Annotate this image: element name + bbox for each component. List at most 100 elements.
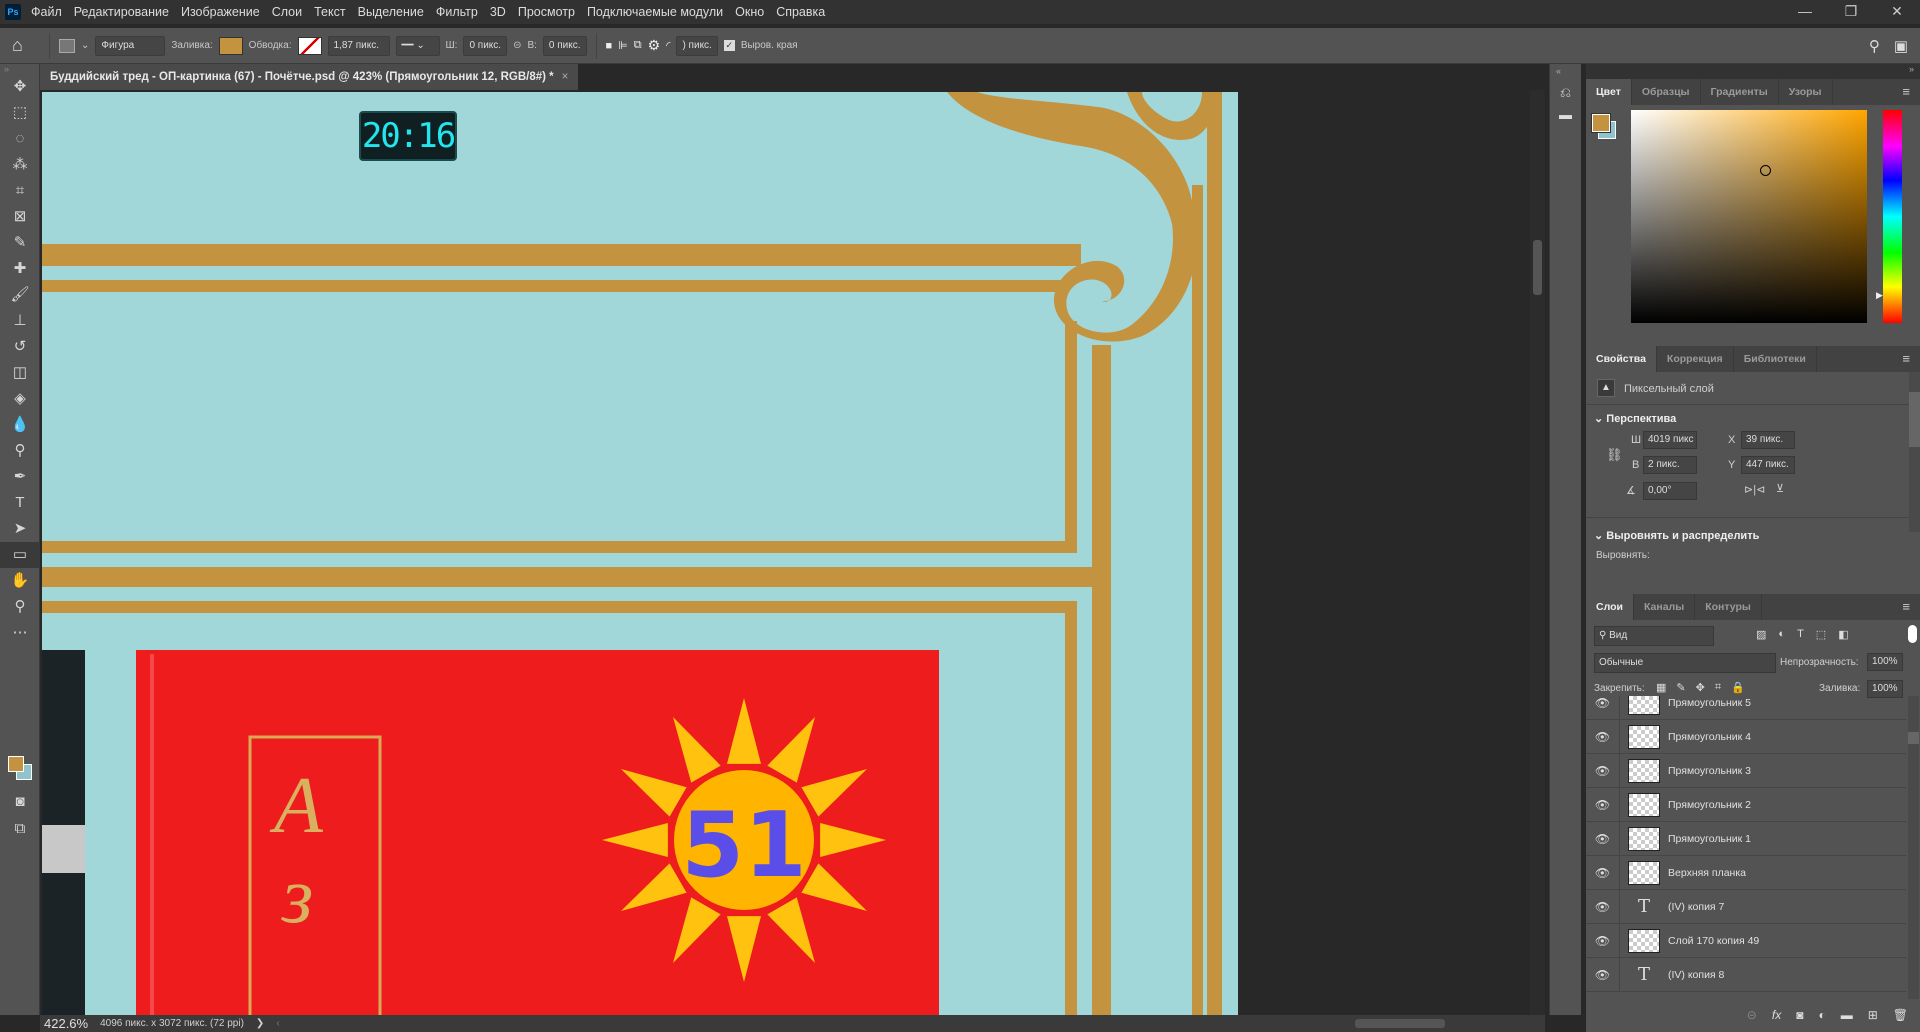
panel-tab[interactable]: Цвет: [1586, 79, 1632, 105]
layer-row[interactable]: 👁 Верхняя планка: [1586, 855, 1906, 890]
search-icon[interactable]: ⚲: [1869, 37, 1880, 55]
document-canvas[interactable]: A з 51 20:16: [42, 92, 1238, 1015]
panel-tab[interactable]: Каналы: [1634, 594, 1696, 620]
filter-pixel-icon[interactable]: ▨: [1756, 628, 1766, 641]
new-group-icon[interactable]: ▬: [1841, 1008, 1853, 1024]
height-input[interactable]: 0 пикс.: [542, 35, 587, 56]
height-input[interactable]: 2 пикс.: [1643, 456, 1697, 474]
history-icon[interactable]: ⎌: [1550, 84, 1581, 101]
scrollbar-thumb[interactable]: [1533, 240, 1542, 295]
menu-item[interactable]: Просмотр: [518, 5, 575, 19]
flip-vertical-icon[interactable]: ⊻: [1776, 482, 1784, 495]
visibility-eye-icon[interactable]: 👁: [1586, 923, 1620, 958]
rectangle-icon[interactable]: ▭: [0, 542, 40, 568]
filter-toggle[interactable]: [1908, 625, 1917, 643]
layer-row[interactable]: 👁 Прямоугольник 4: [1586, 719, 1906, 754]
new-layer-icon[interactable]: ⊞: [1868, 1008, 1878, 1024]
status-menu-arrow[interactable]: ❯: [256, 1018, 264, 1029]
visibility-eye-icon[interactable]: 👁: [1586, 719, 1620, 754]
filter-smart-object-icon[interactable]: ◧: [1838, 628, 1848, 641]
panel-menu-icon[interactable]: ≡: [1892, 594, 1920, 620]
stroke-width-input[interactable]: 1,87 пикс.: [327, 35, 390, 56]
panel-tab[interactable]: Коррекция: [1657, 346, 1734, 372]
add-mask-icon[interactable]: ◙: [1796, 1008, 1803, 1024]
quick-mask-icon[interactable]: ◙: [0, 789, 40, 815]
magic-wand-icon[interactable]: ⁂: [0, 152, 40, 178]
layer-row[interactable]: 👁 T (IV) копия 7: [1586, 889, 1906, 924]
path-operations-icon[interactable]: ■: [606, 40, 613, 52]
foreground-color-swatch[interactable]: [1591, 113, 1611, 133]
more-icon[interactable]: ⋯: [0, 620, 40, 646]
move-icon[interactable]: ✥: [0, 74, 40, 100]
layer-row[interactable]: 👁 Слой 170 копия 49: [1586, 923, 1906, 958]
close-button[interactable]: ✕: [1874, 0, 1920, 24]
hand-icon[interactable]: ✋: [0, 568, 40, 594]
menu-item[interactable]: Справка: [776, 5, 825, 19]
saturation-brightness-field[interactable]: [1631, 110, 1867, 323]
panel-tab[interactable]: Контуры: [1695, 594, 1762, 620]
tool-preset-picker[interactable]: [59, 38, 75, 53]
panel-tab[interactable]: Свойства: [1586, 346, 1657, 372]
zoom-icon[interactable]: ⚲: [0, 594, 40, 620]
panel-tab[interactable]: Образцы: [1632, 79, 1701, 105]
menu-item[interactable]: Текст: [314, 5, 345, 19]
crop-icon[interactable]: ⌗: [0, 178, 40, 204]
zoom-level[interactable]: 422.6%: [40, 1016, 88, 1031]
delete-layer-icon[interactable]: 🗑: [1893, 1008, 1908, 1024]
flip-horizontal-icon[interactable]: ⊳|⊲: [1744, 483, 1765, 496]
horizontal-scrollbar-thumb[interactable]: [1355, 1019, 1445, 1028]
fill-color-swatch[interactable]: [218, 36, 243, 55]
gear-icon[interactable]: ⚙: [648, 37, 661, 54]
menu-item[interactable]: Редактирование: [74, 5, 169, 19]
corner-radius-input[interactable]: ) пикс.: [676, 35, 718, 56]
brush-icon[interactable]: 🖌: [0, 282, 40, 308]
foreground-color-swatch[interactable]: [8, 756, 24, 772]
align-edges-checkbox[interactable]: ✓: [723, 40, 735, 51]
link-proportions-icon[interactable]: ⛓: [1606, 447, 1623, 463]
stroke-type-select[interactable]: ━━ ⌄: [395, 35, 440, 56]
lasso-icon[interactable]: ◌: [0, 126, 40, 152]
y-input[interactable]: 447 пикс.: [1741, 456, 1795, 474]
lock-artboard-icon[interactable]: ⌗: [1715, 681, 1721, 694]
menu-item[interactable]: Файл: [31, 5, 62, 19]
panel-menu-icon[interactable]: ≡: [1892, 346, 1920, 372]
panel-tab[interactable]: Слои: [1586, 594, 1634, 620]
close-tab-icon[interactable]: ×: [562, 64, 569, 90]
pen-icon[interactable]: ✒: [0, 464, 40, 490]
perspective-section-header[interactable]: ⌄ Перспектива: [1594, 412, 1676, 425]
visibility-eye-icon[interactable]: 👁: [1586, 787, 1620, 822]
hscroll-left-icon[interactable]: ‹: [276, 1018, 279, 1029]
visibility-eye-icon[interactable]: 👁: [1586, 957, 1620, 992]
x-input[interactable]: 39 пикс.: [1741, 431, 1795, 449]
menu-item[interactable]: Подключаемые модули: [587, 5, 723, 19]
healing-brush-icon[interactable]: ✚: [0, 256, 40, 282]
filter-type-icon[interactable]: T: [1797, 628, 1804, 641]
panel-tab[interactable]: Градиенты: [1701, 79, 1779, 105]
lock-all-icon[interactable]: 🔒: [1731, 681, 1745, 694]
width-input[interactable]: 4019 пикс: [1643, 431, 1697, 449]
layer-row[interactable]: 👁 T (IV) копия 8: [1586, 957, 1906, 992]
filter-adjustment-icon[interactable]: ◐: [1778, 628, 1785, 641]
eraser-icon[interactable]: ◫: [0, 360, 40, 386]
layers-scrollbar[interactable]: [1908, 696, 1919, 999]
visibility-eye-icon[interactable]: 👁: [1586, 696, 1620, 720]
restore-button[interactable]: ❐: [1828, 0, 1874, 24]
link-layers-icon[interactable]: ⊝: [1747, 1008, 1757, 1024]
layer-row[interactable]: 👁 Прямоугольник 2: [1586, 787, 1906, 822]
opacity-input[interactable]: 100%: [1867, 653, 1903, 671]
shape-mode-select[interactable]: Фигура: [95, 35, 166, 56]
frame-icon[interactable]: ⊠: [0, 204, 40, 230]
layer-row[interactable]: 👁 Прямоугольник 3: [1586, 753, 1906, 788]
hue-slider-handle[interactable]: ▶: [1876, 290, 1883, 301]
visibility-eye-icon[interactable]: 👁: [1586, 889, 1620, 924]
lock-position-icon[interactable]: ✥: [1696, 681, 1705, 694]
path-arrangement-icon[interactable]: ⧉: [634, 39, 642, 52]
layer-row[interactable]: 👁 Прямоугольник 5: [1586, 696, 1906, 720]
adjustment-layer-icon[interactable]: ◐: [1818, 1008, 1825, 1024]
visibility-eye-icon[interactable]: 👁: [1586, 855, 1620, 890]
canvas-area[interactable]: A з 51 20:16: [40, 90, 1530, 1015]
link-icon[interactable]: ⊝: [513, 40, 521, 51]
lock-pixels-icon[interactable]: ✎: [1676, 681, 1685, 694]
panel-tab[interactable]: Библиотеки: [1734, 346, 1817, 372]
menu-item[interactable]: Выделение: [358, 5, 424, 19]
